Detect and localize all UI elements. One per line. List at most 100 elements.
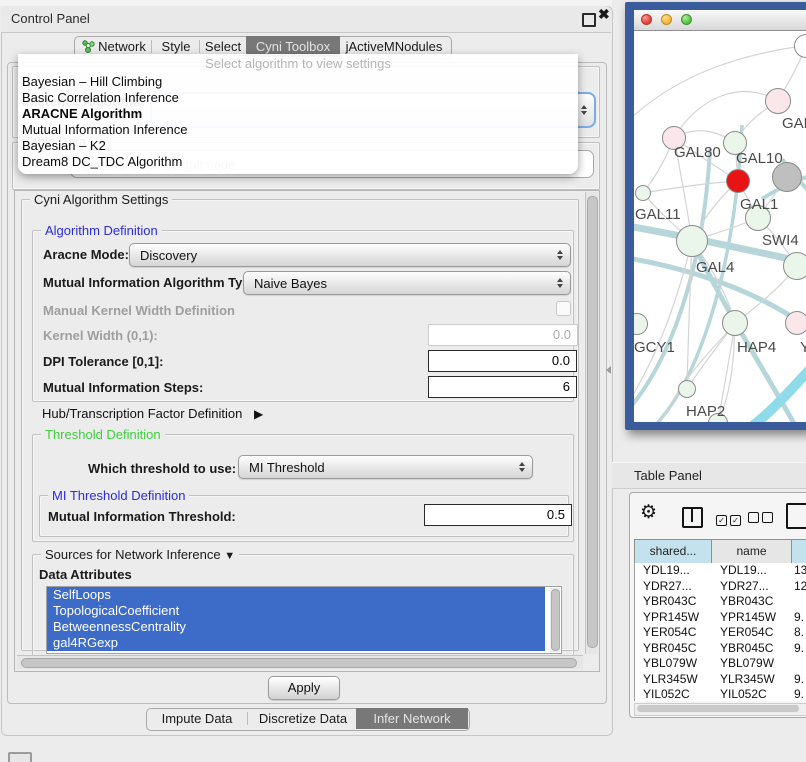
- attribute-item[interactable]: SelfLoops: [47, 587, 545, 603]
- algorithm-option[interactable]: Bayesian – Hill Climbing: [22, 74, 572, 90]
- table-cell: YPR145W: [712, 610, 792, 626]
- float-window-icon[interactable]: [582, 13, 596, 27]
- vertical-scrollbar: [585, 192, 598, 654]
- gear-icon[interactable]: ⚙: [640, 501, 657, 524]
- kernel-width-label: Kernel Width (0,1):: [43, 328, 158, 343]
- hub-definition-label: Hub/Transcription Factor Definition: [42, 406, 242, 421]
- threshold-definition-title: Threshold Definition: [41, 427, 165, 442]
- network-node[interactable]: [726, 169, 750, 193]
- attribute-item[interactable]: BetweennessCentrality: [47, 619, 545, 635]
- network-view-inner: GALGAL80GAL10GAL1GAL11GAL4SWI4GCY1HAP4YH…: [634, 10, 806, 422]
- table-row[interactable]: YBR045CYBR045C9.: [635, 641, 806, 657]
- table-row[interactable]: YIL052CYIL052C9.: [635, 687, 806, 701]
- chevron-right-icon: ▶: [254, 407, 263, 421]
- table-cell: YIL052C: [635, 687, 712, 701]
- network-node-label: HAP4: [737, 339, 776, 356]
- attribute-item[interactable]: TopologicalCoefficient: [47, 603, 545, 619]
- network-node[interactable]: [676, 225, 708, 257]
- import-table-icon[interactable]: [786, 503, 806, 529]
- network-node[interactable]: [722, 310, 748, 336]
- table-row[interactable]: YDL19...YDL19...13: [635, 563, 806, 579]
- algorithm-option[interactable]: Bayesian – K2: [22, 138, 572, 154]
- zoom-traffic-light[interactable]: [681, 14, 692, 25]
- mi-type-value: Naive Bayes: [254, 276, 327, 291]
- table-cell: YIL052C: [712, 687, 792, 701]
- panel-splitter-handle[interactable]: [606, 366, 611, 374]
- tab-separator: [247, 712, 248, 725]
- attribute-item[interactable]: gal4RGexp: [47, 635, 545, 651]
- tab-infer-network[interactable]: Infer Network: [356, 708, 468, 729]
- combo-spinner-icon: [519, 462, 525, 472]
- table-panel-title: Table Panel: [634, 463, 702, 488]
- table-cell: YDL19...: [635, 563, 712, 579]
- table-cell: YDL19...: [712, 563, 792, 579]
- mi-type-label: Mutual Information Algorithm Type:: [43, 275, 262, 290]
- screen: Control Panel ✖ Network Style Select Cyn…: [0, 0, 806, 762]
- table-panel-titlebar: Table Panel: [612, 462, 806, 489]
- algorithm-option-selected[interactable]: ARACNE Algorithm: [22, 106, 572, 122]
- network-node[interactable]: [635, 185, 651, 201]
- network-node[interactable]: [785, 311, 806, 335]
- threshold-definition-group: Threshold Definition Which threshold to …: [32, 434, 574, 542]
- network-window-titlebar: [634, 10, 806, 31]
- table-row[interactable]: YBL079WYBL079W: [635, 656, 806, 672]
- columns-icon[interactable]: [682, 507, 703, 528]
- scrollbar-thumb[interactable]: [551, 589, 560, 651]
- minimized-panel-icon[interactable]: [8, 752, 32, 762]
- table-cell: YBL079W: [635, 656, 712, 672]
- table-cell: YDR27...: [635, 579, 712, 595]
- mi-type-combobox[interactable]: Naive Bayes: [243, 271, 571, 295]
- combo-spinner-icon: [581, 105, 587, 115]
- table-row[interactable]: YER054CYER054C8.: [635, 625, 806, 641]
- table-row[interactable]: YDR27...YDR27...12: [635, 579, 806, 595]
- network-node[interactable]: [678, 380, 696, 398]
- which-threshold-label: Which threshold to use:: [88, 461, 236, 476]
- network-node[interactable]: [765, 88, 791, 114]
- horizontal-scrollbar: [17, 655, 583, 669]
- column-header-partial[interactable]: A: [792, 540, 806, 563]
- dpi-tolerance-field[interactable]: 0.0: [428, 350, 577, 372]
- close-traffic-light[interactable]: [641, 14, 652, 25]
- kernel-width-field[interactable]: 0.0: [428, 324, 578, 346]
- table-cell: 9.: [792, 641, 804, 657]
- sources-toggle[interactable]: Sources for Network Inference ▼: [41, 547, 239, 562]
- algorithm-option[interactable]: Basic Correlation Inference: [22, 90, 572, 106]
- deselect-all-icon[interactable]: [748, 510, 776, 528]
- close-icon[interactable]: ✖: [598, 6, 610, 23]
- column-header-shared[interactable]: shared...: [635, 540, 712, 563]
- control-panel-title: Control Panel: [11, 6, 90, 32]
- table-row[interactable]: YBR043CYBR043C: [635, 594, 806, 610]
- algorithm-definition-group: Algorithm Definition Aracne Mode: Discov…: [32, 230, 574, 402]
- table-horizontal-scrollbar: [634, 703, 806, 716]
- tab-discretize-data[interactable]: Discretize Data: [252, 708, 354, 729]
- table-cell: YLR345W: [712, 672, 792, 688]
- table-cell: YPR145W: [635, 610, 712, 626]
- apply-button[interactable]: Apply: [268, 676, 340, 700]
- table-row[interactable]: YLR345WYLR345W9.: [635, 672, 806, 688]
- which-threshold-combobox[interactable]: MI Threshold: [238, 455, 533, 479]
- data-attributes-list: SelfLoops TopologicalCoefficient Between…: [46, 586, 562, 654]
- algorithm-option[interactable]: Mutual Information Inference: [22, 122, 572, 138]
- table-row[interactable]: YPR145WYPR145W9.: [635, 610, 806, 626]
- attribute-list-scrollbar: [550, 588, 560, 652]
- tab-impute-data[interactable]: Impute Data: [150, 708, 244, 729]
- hub-definition-toggle[interactable]: Hub/Transcription Factor Definition ▶: [42, 406, 263, 421]
- algorithm-option[interactable]: Dream8 DC_TDC Algorithm: [22, 154, 572, 170]
- network-node-label: Y: [800, 339, 806, 356]
- table-cell: 8.: [792, 625, 804, 641]
- manual-kernel-width-checkbox[interactable]: [556, 301, 571, 316]
- algorithm-dropdown: Select algorithm to view settings Bayesi…: [18, 54, 578, 174]
- network-node-label: GAL: [782, 115, 806, 132]
- mi-steps-field[interactable]: 6: [428, 376, 577, 398]
- aracne-mode-combobox[interactable]: Discovery: [129, 243, 571, 267]
- scrollbar-thumb[interactable]: [587, 196, 598, 648]
- column-header-name[interactable]: name: [712, 540, 792, 563]
- mi-threshold-field[interactable]: 0.5: [424, 504, 572, 526]
- network-canvas[interactable]: GALGAL80GAL10GAL1GAL11GAL4SWI4GCY1HAP4YH…: [634, 31, 806, 422]
- scrollbar-thumb[interactable]: [21, 658, 577, 668]
- network-node[interactable]: [783, 252, 806, 280]
- table-cell: [792, 594, 794, 610]
- select-all-icon[interactable]: ✓✓: [716, 510, 744, 528]
- minimize-traffic-light[interactable]: [661, 14, 672, 25]
- scrollbar-thumb[interactable]: [637, 705, 799, 712]
